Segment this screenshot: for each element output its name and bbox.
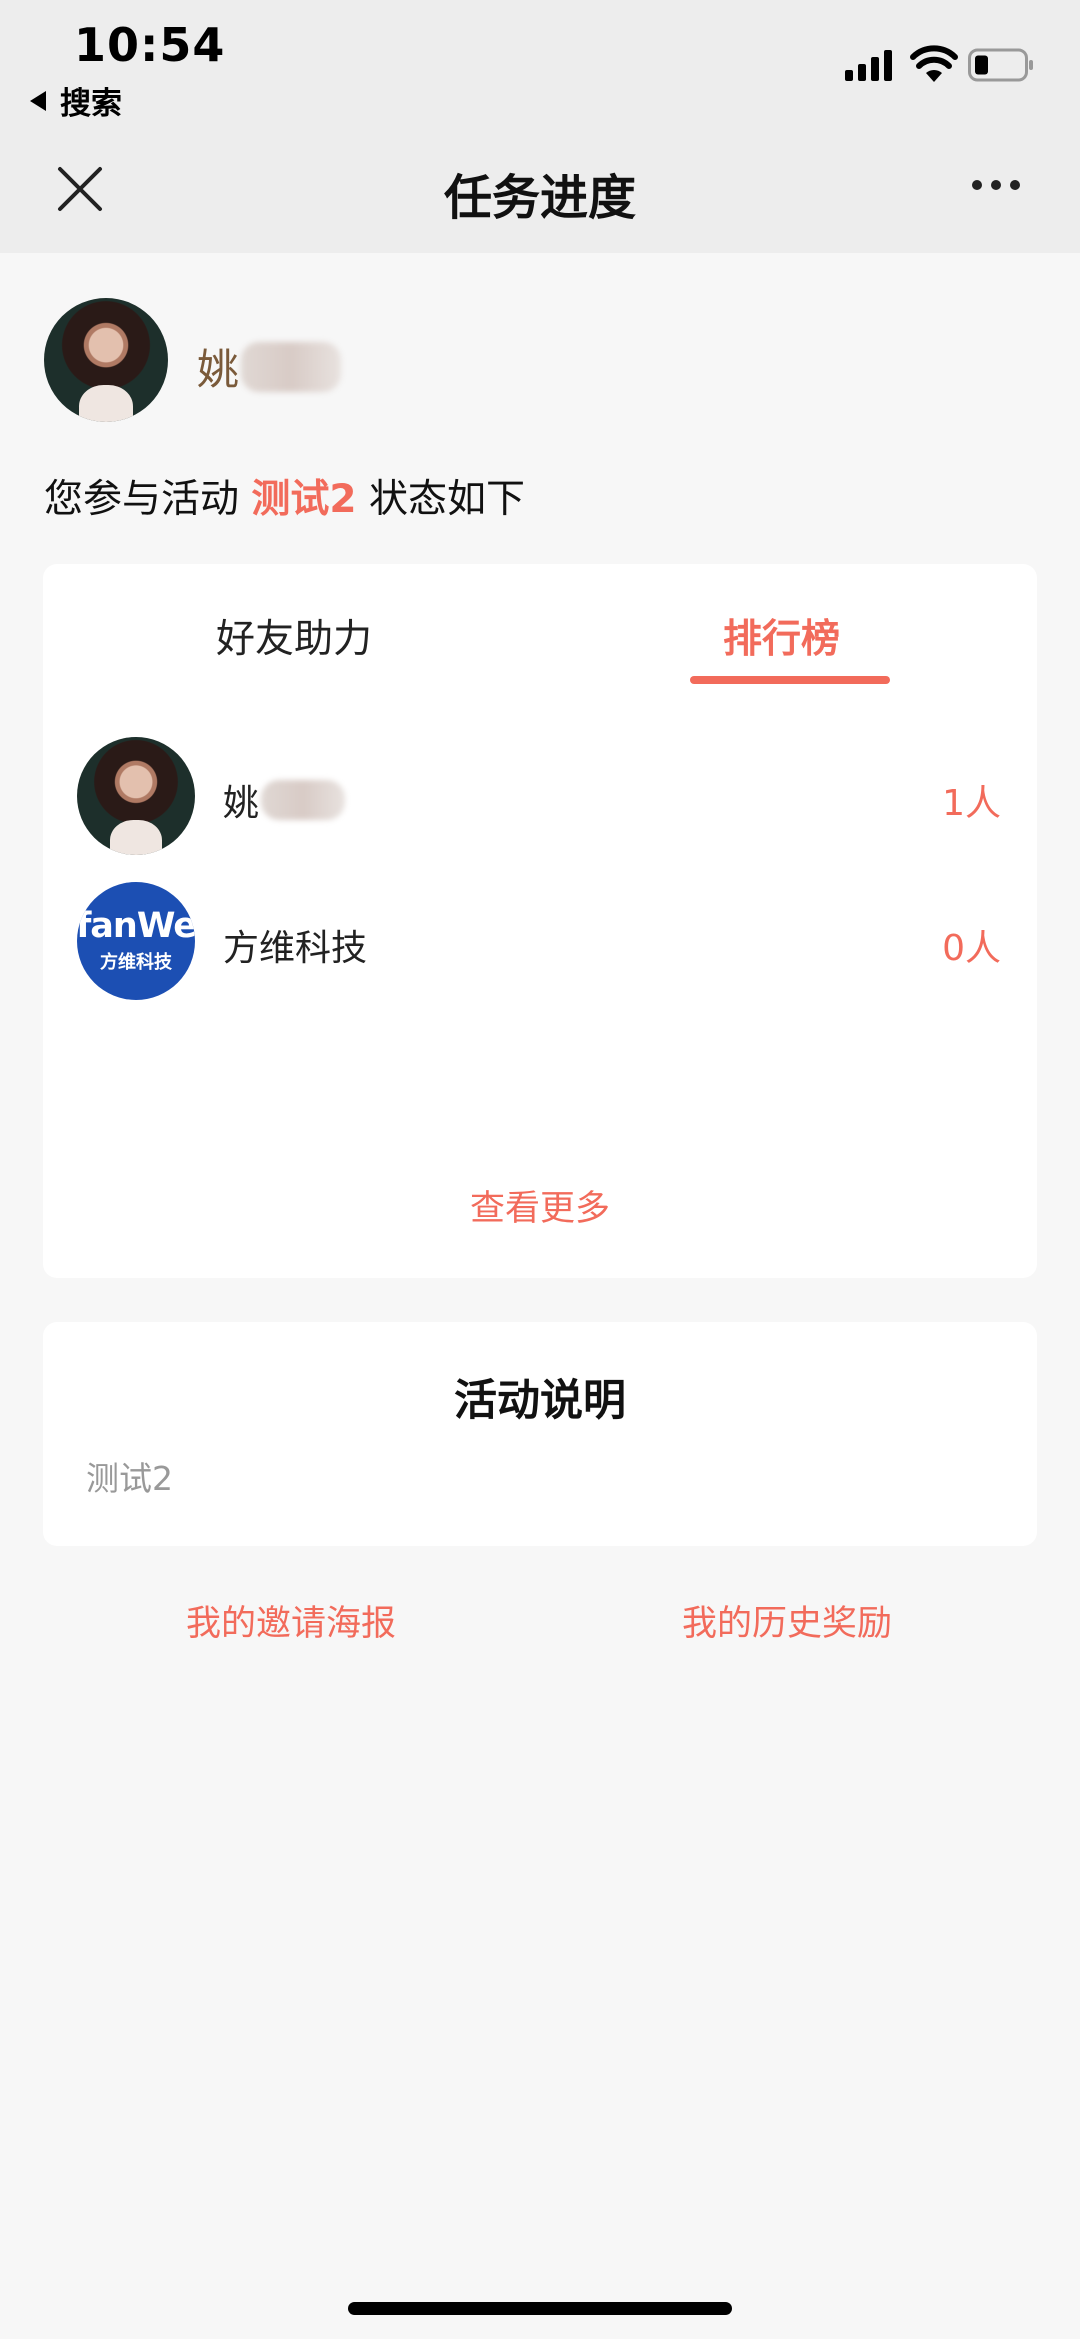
status-time: 10:54 <box>74 18 226 72</box>
intro-prefix: 您参与活动 <box>44 477 240 522</box>
user-avatar <box>44 298 168 422</box>
ranking-name: 姚 <box>223 774 346 826</box>
battery-icon <box>968 48 1033 82</box>
see-more-link[interactable]: 查看更多 <box>43 1180 1037 1231</box>
my-reward-history-link[interactable]: 我的历史奖励 <box>682 1595 892 1646</box>
redacted-name-blur <box>261 780 346 820</box>
tab-leaderboard[interactable]: 排行榜 <box>723 608 840 664</box>
back-to-search-button[interactable]: 搜索 <box>30 78 122 123</box>
ranking-name: 方维科技 <box>223 928 368 969</box>
activity-name-highlight: 测试2 <box>251 477 357 522</box>
participation-status-text: 您参与活动 测试2 状态如下 <box>44 468 525 524</box>
fanwe-logo-avatar: fanWe 方维科技 <box>77 882 195 1000</box>
home-indicator[interactable] <box>348 2302 732 2315</box>
logo-wordmark: fanWe <box>77 905 195 946</box>
ranking-avatar <box>77 737 195 855</box>
wifi-icon <box>910 45 958 82</box>
activity-description-card: 活动说明 测试2 <box>43 1322 1037 1546</box>
progress-card: 好友助力 排行榜 姚 1人 fanWe 方维科技 方维科技 0人 查看更多 <box>43 564 1037 1278</box>
cellular-signal-icon <box>845 49 892 81</box>
my-invite-poster-link[interactable]: 我的邀请海报 <box>186 1595 396 1646</box>
ranking-name-text: 姚 <box>223 783 260 824</box>
user-name: 姚 <box>197 336 342 397</box>
user-name-text: 姚 <box>197 345 240 394</box>
tab-friend-help[interactable]: 好友助力 <box>216 608 372 664</box>
redacted-name-blur <box>241 341 342 392</box>
intro-suffix: 状态如下 <box>368 477 525 522</box>
more-options-icon[interactable] <box>972 180 1020 190</box>
top-bar: 10:54 搜索 任务进度 <box>0 0 1080 253</box>
back-app-label: 搜索 <box>60 86 122 122</box>
ranking-count: 0人 <box>942 928 1001 969</box>
back-triangle-icon <box>30 90 46 111</box>
ranking-count: 1人 <box>942 783 1001 824</box>
page-title: 任务进度 <box>443 170 636 226</box>
activity-description-title: 活动说明 <box>454 1376 626 1426</box>
active-tab-indicator <box>690 676 890 684</box>
logo-subtitle: 方维科技 <box>100 951 172 973</box>
activity-description-text: 测试2 <box>86 1459 173 1498</box>
